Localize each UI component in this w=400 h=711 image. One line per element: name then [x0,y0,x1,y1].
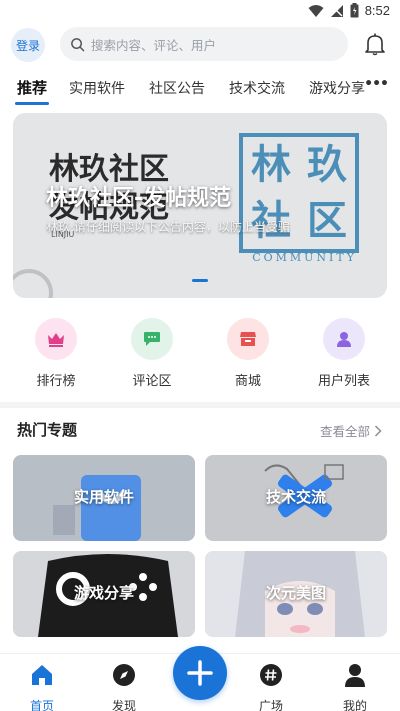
more-tabs-icon[interactable]: ••• [364,76,389,92]
tab-games[interactable]: 游戏分享 [309,78,365,98]
notification-bell-icon[interactable] [364,32,386,56]
quick-entries: 排行榜 评论区 商城 用户列表 [0,318,400,392]
banner-stamp-word: COMMUNITY [252,251,357,264]
view-all-link[interactable]: 查看全部 [320,421,382,440]
nav-square[interactable]: 广场 [241,662,301,711]
search-placeholder: 搜索内容、评论、用户 [91,37,217,53]
carousel-indicator [192,279,208,282]
wifi-icon [308,4,324,17]
quick-entry-store[interactable]: 商城 [208,318,288,389]
topic-card-software[interactable]: 实用软件 [13,455,195,541]
user-icon [323,318,365,360]
quick-entry-ranking[interactable]: 排行榜 [16,318,96,389]
store-icon [227,318,269,360]
nav-me[interactable]: 我的 [325,662,385,711]
tab-recommend[interactable]: 推荐 [17,77,47,98]
chevron-right-icon [374,424,382,437]
search-icon [71,37,85,51]
quick-entry-user-list[interactable]: 用户列表 [304,318,384,389]
app-header: 登录 搜索内容、评论、用户 [0,26,400,62]
topic-card-anime[interactable]: 次元美图 [205,551,387,637]
banner-ring-decoration [13,269,53,298]
crown-icon [35,318,77,360]
compass-icon [113,664,135,686]
section-divider [0,402,400,408]
nav-home[interactable]: 首页 [12,662,72,711]
tab-tech[interactable]: 技术交流 [229,78,285,98]
comment-icon [131,318,173,360]
topic-card-games[interactable]: 游戏分享 [13,551,195,637]
quick-entry-comments[interactable]: 评论区 [112,318,192,389]
banner-stamp-logo: 林玖 社区 [239,133,359,253]
home-icon [32,665,52,685]
active-tab-indicator [15,102,49,105]
battery-icon [350,3,359,18]
profile-icon [345,664,365,687]
category-tabs: 推荐 实用软件 社区公告 技术交流 游戏分享 ••• [0,72,400,105]
login-button[interactable]: 登录 [11,28,45,62]
create-post-button[interactable] [173,646,227,700]
hashtag-icon [260,664,282,686]
status-bar: 8:52 [0,0,400,24]
tab-software[interactable]: 实用软件 [69,78,125,98]
tab-announcement[interactable]: 社区公告 [149,78,205,98]
hot-topics-title: 热门专题 [17,421,78,439]
topic-card-tech[interactable]: 技术交流 [205,455,387,541]
status-time: 8:52 [364,3,390,18]
signal-icon [330,4,343,17]
banner-carousel[interactable]: 林玖社区 发帖规范 LINJIU 林玖 社区 COMMUNITY 林玖社区-发帖… [13,113,387,298]
banner-title: 林玖社区-发帖规范 [46,186,232,211]
status-icons: 8:52 [308,3,390,18]
search-input[interactable]: 搜索内容、评论、用户 [60,27,348,61]
plus-icon [187,660,213,686]
banner-subtitle: 林玖·请仔细阅读以下公告内容，以防上当受骗 [46,220,290,234]
nav-discover[interactable]: 发现 [94,662,154,711]
